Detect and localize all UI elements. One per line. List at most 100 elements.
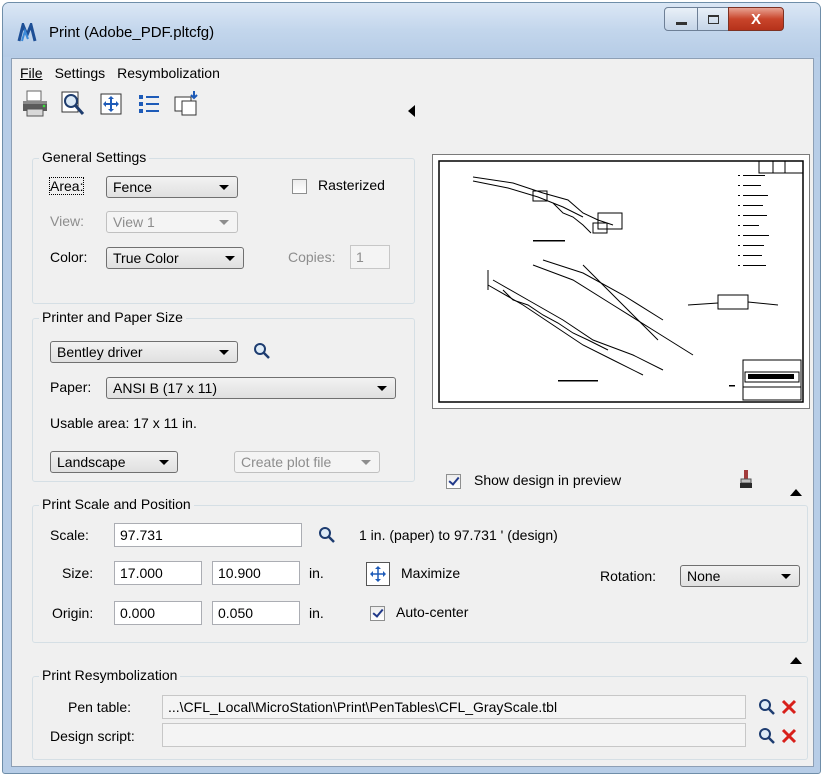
origin-label: Origin:	[52, 605, 94, 621]
menu-resymbolization[interactable]: Resymbolization	[111, 62, 226, 84]
orientation-dropdown[interactable]: Landscape	[50, 451, 178, 473]
chevron-down-icon	[225, 256, 235, 261]
printer-driver-value: Bentley driver	[57, 344, 143, 360]
color-dropdown[interactable]: True Color	[106, 247, 244, 269]
color-dropdown-value: True Color	[113, 250, 179, 266]
size-height-input[interactable]: 10.900	[212, 561, 300, 585]
search-icon	[759, 728, 775, 744]
maximize-window-button[interactable]	[697, 7, 729, 31]
collapse-preview-arrow[interactable]	[408, 105, 415, 117]
paper-label: Paper:	[50, 379, 92, 395]
collapse-resym-up-arrow[interactable]	[790, 657, 802, 664]
delete-x-icon	[781, 699, 797, 715]
title-bar[interactable]: Print (Adobe_PDF.pltcfg) X	[3, 3, 820, 57]
design-script-browse-button[interactable]	[757, 726, 777, 746]
pen-table-clear-button[interactable]	[779, 697, 799, 717]
scale-label: Scale:	[50, 527, 89, 543]
menu-file-label: File	[20, 65, 43, 81]
show-design-label: Show design in preview	[474, 472, 622, 488]
paint-brush-icon	[740, 470, 752, 488]
close-icon: X	[750, 10, 761, 28]
preview-button[interactable]	[58, 89, 88, 119]
size-label: Size:	[62, 565, 94, 581]
create-plot-file-dropdown[interactable]: Create plot file	[234, 451, 380, 473]
microstation-app-icon	[17, 23, 37, 42]
chevron-down-icon	[377, 386, 387, 391]
origin-x-input[interactable]: 0.000	[114, 601, 202, 625]
chevron-down-icon	[159, 460, 169, 465]
scale-description: 1 in. (paper) to 97.731 ' (design)	[359, 527, 558, 543]
maximize-icon	[370, 566, 386, 582]
page-setup-icon	[174, 91, 198, 116]
rasterized-label: Rasterized	[318, 177, 385, 193]
origin-y-input[interactable]: 0.050	[212, 601, 300, 625]
delete-x-icon	[781, 728, 797, 744]
window-title: Print (Adobe_PDF.pltcfg)	[49, 24, 215, 41]
toolbar	[20, 86, 202, 122]
size-width-input[interactable]: 17.000	[114, 561, 202, 585]
origin-y-value: 0.050	[218, 605, 254, 621]
general-settings-title: General Settings	[39, 149, 150, 165]
printer-driver-dropdown[interactable]: Bentley driver	[50, 341, 238, 363]
menu-settings[interactable]: Settings	[49, 62, 112, 84]
copies-label: Copies:	[288, 249, 336, 265]
color-label: Color:	[50, 249, 88, 265]
menu-file[interactable]: File	[12, 62, 49, 84]
menu-settings-label: Settings	[54, 65, 106, 81]
view-dropdown[interactable]: View 1	[106, 211, 238, 233]
origin-unit: in.	[309, 605, 324, 621]
search-icon	[319, 527, 335, 543]
scale-lookup-button[interactable]	[317, 525, 337, 545]
maximize-window-icon	[707, 14, 719, 24]
pen-table-label: Pen table:	[68, 699, 132, 715]
collapse-preview-up-arrow[interactable]	[790, 489, 802, 496]
design-script-clear-button[interactable]	[779, 726, 799, 746]
size-height-value: 10.900	[218, 565, 261, 581]
create-plot-file-value: Create plot file	[241, 454, 332, 470]
maximize-print-area-button[interactable]	[96, 89, 126, 119]
scale-value: 97.731	[120, 527, 163, 543]
area-dropdown-value: Fence	[113, 179, 152, 195]
auto-center-checkbox[interactable]	[370, 606, 385, 621]
print-preview-pane[interactable]	[432, 154, 810, 409]
list-icon	[139, 95, 159, 113]
copies-value: 1	[356, 249, 364, 265]
page-setup-button[interactable]	[172, 89, 202, 119]
area-dropdown[interactable]: Fence	[106, 176, 238, 198]
rotation-label: Rotation:	[600, 568, 657, 584]
paper-dropdown[interactable]: ANSI B (17 x 11)	[106, 377, 396, 399]
printer-properties-button[interactable]	[252, 341, 272, 361]
maximize-label: Maximize	[401, 565, 461, 581]
usable-area-text: Usable area: 17 x 11 in.	[50, 415, 197, 431]
minimize-icon	[675, 21, 687, 25]
minimize-button[interactable]	[664, 7, 698, 31]
chevron-down-icon	[219, 185, 229, 190]
size-width-value: 17.000	[120, 565, 163, 581]
chevron-down-icon	[219, 220, 229, 225]
preview-refresh-button[interactable]	[736, 469, 756, 489]
scale-input[interactable]: 97.731	[114, 523, 302, 547]
rotation-dropdown[interactable]: None	[680, 565, 800, 587]
copies-input[interactable]: 1	[350, 245, 390, 269]
rasterized-checkbox[interactable]	[292, 179, 307, 194]
drawing-preview-image	[438, 160, 804, 403]
area-label: Area:	[48, 177, 85, 195]
view-label: View:	[50, 213, 84, 229]
maximize-scale-button[interactable]	[366, 562, 390, 586]
design-script-input[interactable]	[162, 723, 746, 747]
close-button[interactable]: X	[728, 7, 784, 31]
show-design-checkbox[interactable]	[446, 474, 461, 489]
print-button[interactable]	[20, 89, 50, 119]
scale-position-title: Print Scale and Position	[39, 496, 194, 512]
search-icon	[759, 699, 775, 715]
design-script-label: Design script:	[50, 728, 135, 744]
search-icon	[254, 343, 270, 359]
menu-bar: File Settings Resymbolization	[12, 62, 226, 84]
menu-resymbolization-label: Resymbolization	[117, 65, 220, 81]
chevron-down-icon	[361, 460, 371, 465]
pen-table-input[interactable]: ...\CFL_Local\MicroStation\Print\PenTabl…	[162, 695, 746, 719]
pen-table-value: ...\CFL_Local\MicroStation\Print\PenTabl…	[168, 699, 558, 715]
print-attributes-button[interactable]	[134, 89, 164, 119]
paper-dropdown-value: ANSI B (17 x 11)	[113, 380, 218, 396]
pen-table-browse-button[interactable]	[757, 697, 777, 717]
